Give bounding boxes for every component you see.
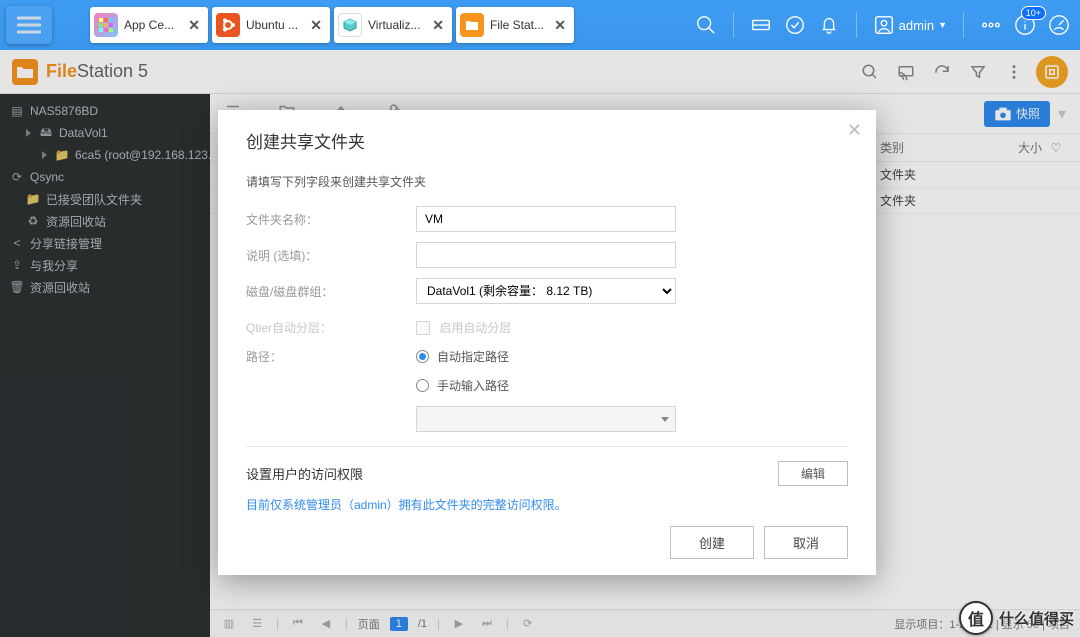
folder-tree: ▤ NAS5876BD 🖴 DataVol1 📁 6ca5 (root@192.…	[0, 94, 210, 637]
tree-qsync[interactable]: ⟳ Qsync	[0, 166, 210, 188]
user-menu[interactable]: admin ▼	[869, 14, 951, 36]
task-icon[interactable]	[780, 10, 810, 40]
label-path: 路径：	[246, 348, 416, 365]
view-icon[interactable]: ▥	[220, 615, 238, 633]
system-topbar: App Ce... ✕ Ubuntu ... ✕ Virtualiz... ✕ …	[0, 0, 1080, 50]
tree-recycle[interactable]: ♻ 资源回收站	[0, 210, 210, 232]
folder-name-input[interactable]	[416, 206, 676, 232]
edit-permissions-button[interactable]: 编辑	[778, 461, 848, 486]
sync-icon: ⟳	[10, 170, 24, 184]
close-icon[interactable]: ✕	[186, 17, 202, 34]
username: admin	[899, 18, 934, 33]
folder-icon: 📁	[55, 148, 69, 162]
app-title: FileStation 5	[46, 61, 148, 82]
task-virtualization[interactable]: Virtualiz... ✕	[334, 7, 452, 43]
expand-icon[interactable]	[26, 129, 31, 137]
task-appcenter[interactable]: App Ce... ✕	[90, 7, 208, 43]
chevron-down-icon	[661, 417, 669, 422]
disk-icon: 🖴	[39, 126, 53, 140]
tree-team[interactable]: 📁 已接受团队文件夹	[0, 188, 210, 210]
first-page-icon[interactable]: ⏮	[289, 615, 307, 633]
cancel-button[interactable]: 取消	[764, 526, 848, 559]
tree-host[interactable]: ▤ NAS5876BD	[0, 100, 210, 122]
path-manual-radio[interactable]: 手动输入路径	[416, 377, 848, 394]
col-size[interactable]: 大小	[982, 139, 1042, 156]
disk-select[interactable]: DataVol1 (剩余容量： 8.12 TB)	[416, 278, 676, 304]
qtier-checkbox	[416, 321, 430, 335]
task-ubuntu[interactable]: Ubuntu ... ✕	[212, 7, 330, 43]
page-total: /1	[418, 618, 427, 630]
last-page-icon[interactable]: ⏭	[478, 615, 496, 633]
watermark: 值 什么值得买	[959, 601, 1074, 635]
window-titlebar: FileStation 5	[0, 50, 1080, 94]
radio-icon	[416, 350, 429, 363]
close-icon[interactable]: ✕	[430, 17, 446, 34]
label-disk: 磁盘/磁盘群组：	[246, 283, 416, 300]
refresh-icon[interactable]: ⟳	[519, 615, 537, 633]
dashboard-icon[interactable]	[1044, 10, 1074, 40]
task-label: File Stat...	[490, 18, 546, 32]
server-icon: ▤	[10, 104, 24, 118]
label-folder-name: 文件夹名称：	[246, 211, 416, 228]
search-icon[interactable]	[856, 58, 884, 86]
more-icon[interactable]	[1000, 58, 1028, 86]
snapshot-button[interactable]: 快照	[984, 101, 1050, 127]
more-icon[interactable]	[976, 10, 1006, 40]
qtier-checkbox-label: 启用自动分层	[439, 321, 511, 335]
page-current[interactable]: 1	[390, 617, 408, 631]
folder-icon: 📁	[26, 192, 40, 206]
pagination-bar: ▥ ☰ | ⏮ ◀ | 页面 1 /1 | ▶ ⏭ | ⟳ 显示项目：1-2, …	[210, 609, 1080, 637]
permissions-note: 目前仅系统管理员（admin）拥有此文件夹的完整访问权限。	[246, 496, 848, 513]
radio-icon	[416, 379, 429, 392]
task-filestation[interactable]: File Stat... ✕	[456, 7, 574, 43]
path-auto-radio[interactable]: 自动指定路径	[416, 348, 848, 365]
task-label: Virtualiz...	[368, 18, 424, 32]
close-icon[interactable]: ✕	[552, 17, 568, 34]
create-shared-folder-dialog: ✕ 创建共享文件夹 请填写下列字段来创建共享文件夹 文件夹名称： 说明 (选填)…	[218, 110, 876, 575]
next-page-icon[interactable]: ▶	[450, 615, 468, 633]
filter-icon[interactable]	[964, 58, 992, 86]
search-icon[interactable]	[691, 10, 721, 40]
description-input[interactable]	[416, 242, 676, 268]
watermark-icon: 值	[959, 601, 993, 635]
main-menu-button[interactable]	[6, 6, 52, 44]
tree-sharelinks[interactable]: < 分享链接管理	[0, 232, 210, 254]
close-icon[interactable]: ✕	[847, 120, 862, 141]
bell-icon[interactable]	[814, 10, 844, 40]
expand-icon[interactable]	[42, 151, 47, 159]
close-icon[interactable]: ✕	[308, 17, 324, 34]
info-icon[interactable]: 10+	[1010, 10, 1040, 40]
label-description: 说明 (选填)：	[246, 247, 416, 264]
tree-mount[interactable]: 📁 6ca5 (root@192.168.123.9)	[0, 144, 210, 166]
storage-icon[interactable]	[746, 10, 776, 40]
page-label: 页面	[358, 616, 380, 632]
dialog-title: 创建共享文件夹	[246, 128, 848, 153]
recycle-icon: ♻	[26, 214, 40, 228]
folder-icon	[12, 59, 38, 85]
task-label: App Ce...	[124, 18, 180, 32]
dialog-lead: 请填写下列字段来创建共享文件夹	[246, 173, 848, 190]
label-qtier: Qtier自动分层：	[246, 319, 416, 336]
task-label: Ubuntu ...	[246, 18, 302, 32]
create-button[interactable]: 创建	[670, 526, 754, 559]
col-fav[interactable]: ♡	[1042, 141, 1070, 155]
recycle-icon: 🗑	[10, 280, 24, 294]
refresh-icon[interactable]	[928, 58, 956, 86]
tree-sharedwith[interactable]: ⇪ 与我分享	[0, 254, 210, 276]
cast-icon[interactable]	[892, 58, 920, 86]
prev-page-icon[interactable]: ◀	[317, 615, 335, 633]
settings-button[interactable]	[1036, 56, 1068, 88]
share-icon: <	[10, 236, 24, 250]
tree-recycle2[interactable]: 🗑 资源回收站	[0, 276, 210, 298]
share-icon: ⇪	[10, 258, 24, 272]
path-combo	[416, 406, 676, 432]
tree-volume[interactable]: 🖴 DataVol1	[0, 122, 210, 144]
permissions-title: 设置用户的访问权限	[246, 464, 363, 483]
view-list-icon[interactable]: ☰	[248, 615, 266, 633]
col-type[interactable]: 类别	[872, 139, 982, 156]
notification-badge: 10+	[1021, 6, 1046, 20]
